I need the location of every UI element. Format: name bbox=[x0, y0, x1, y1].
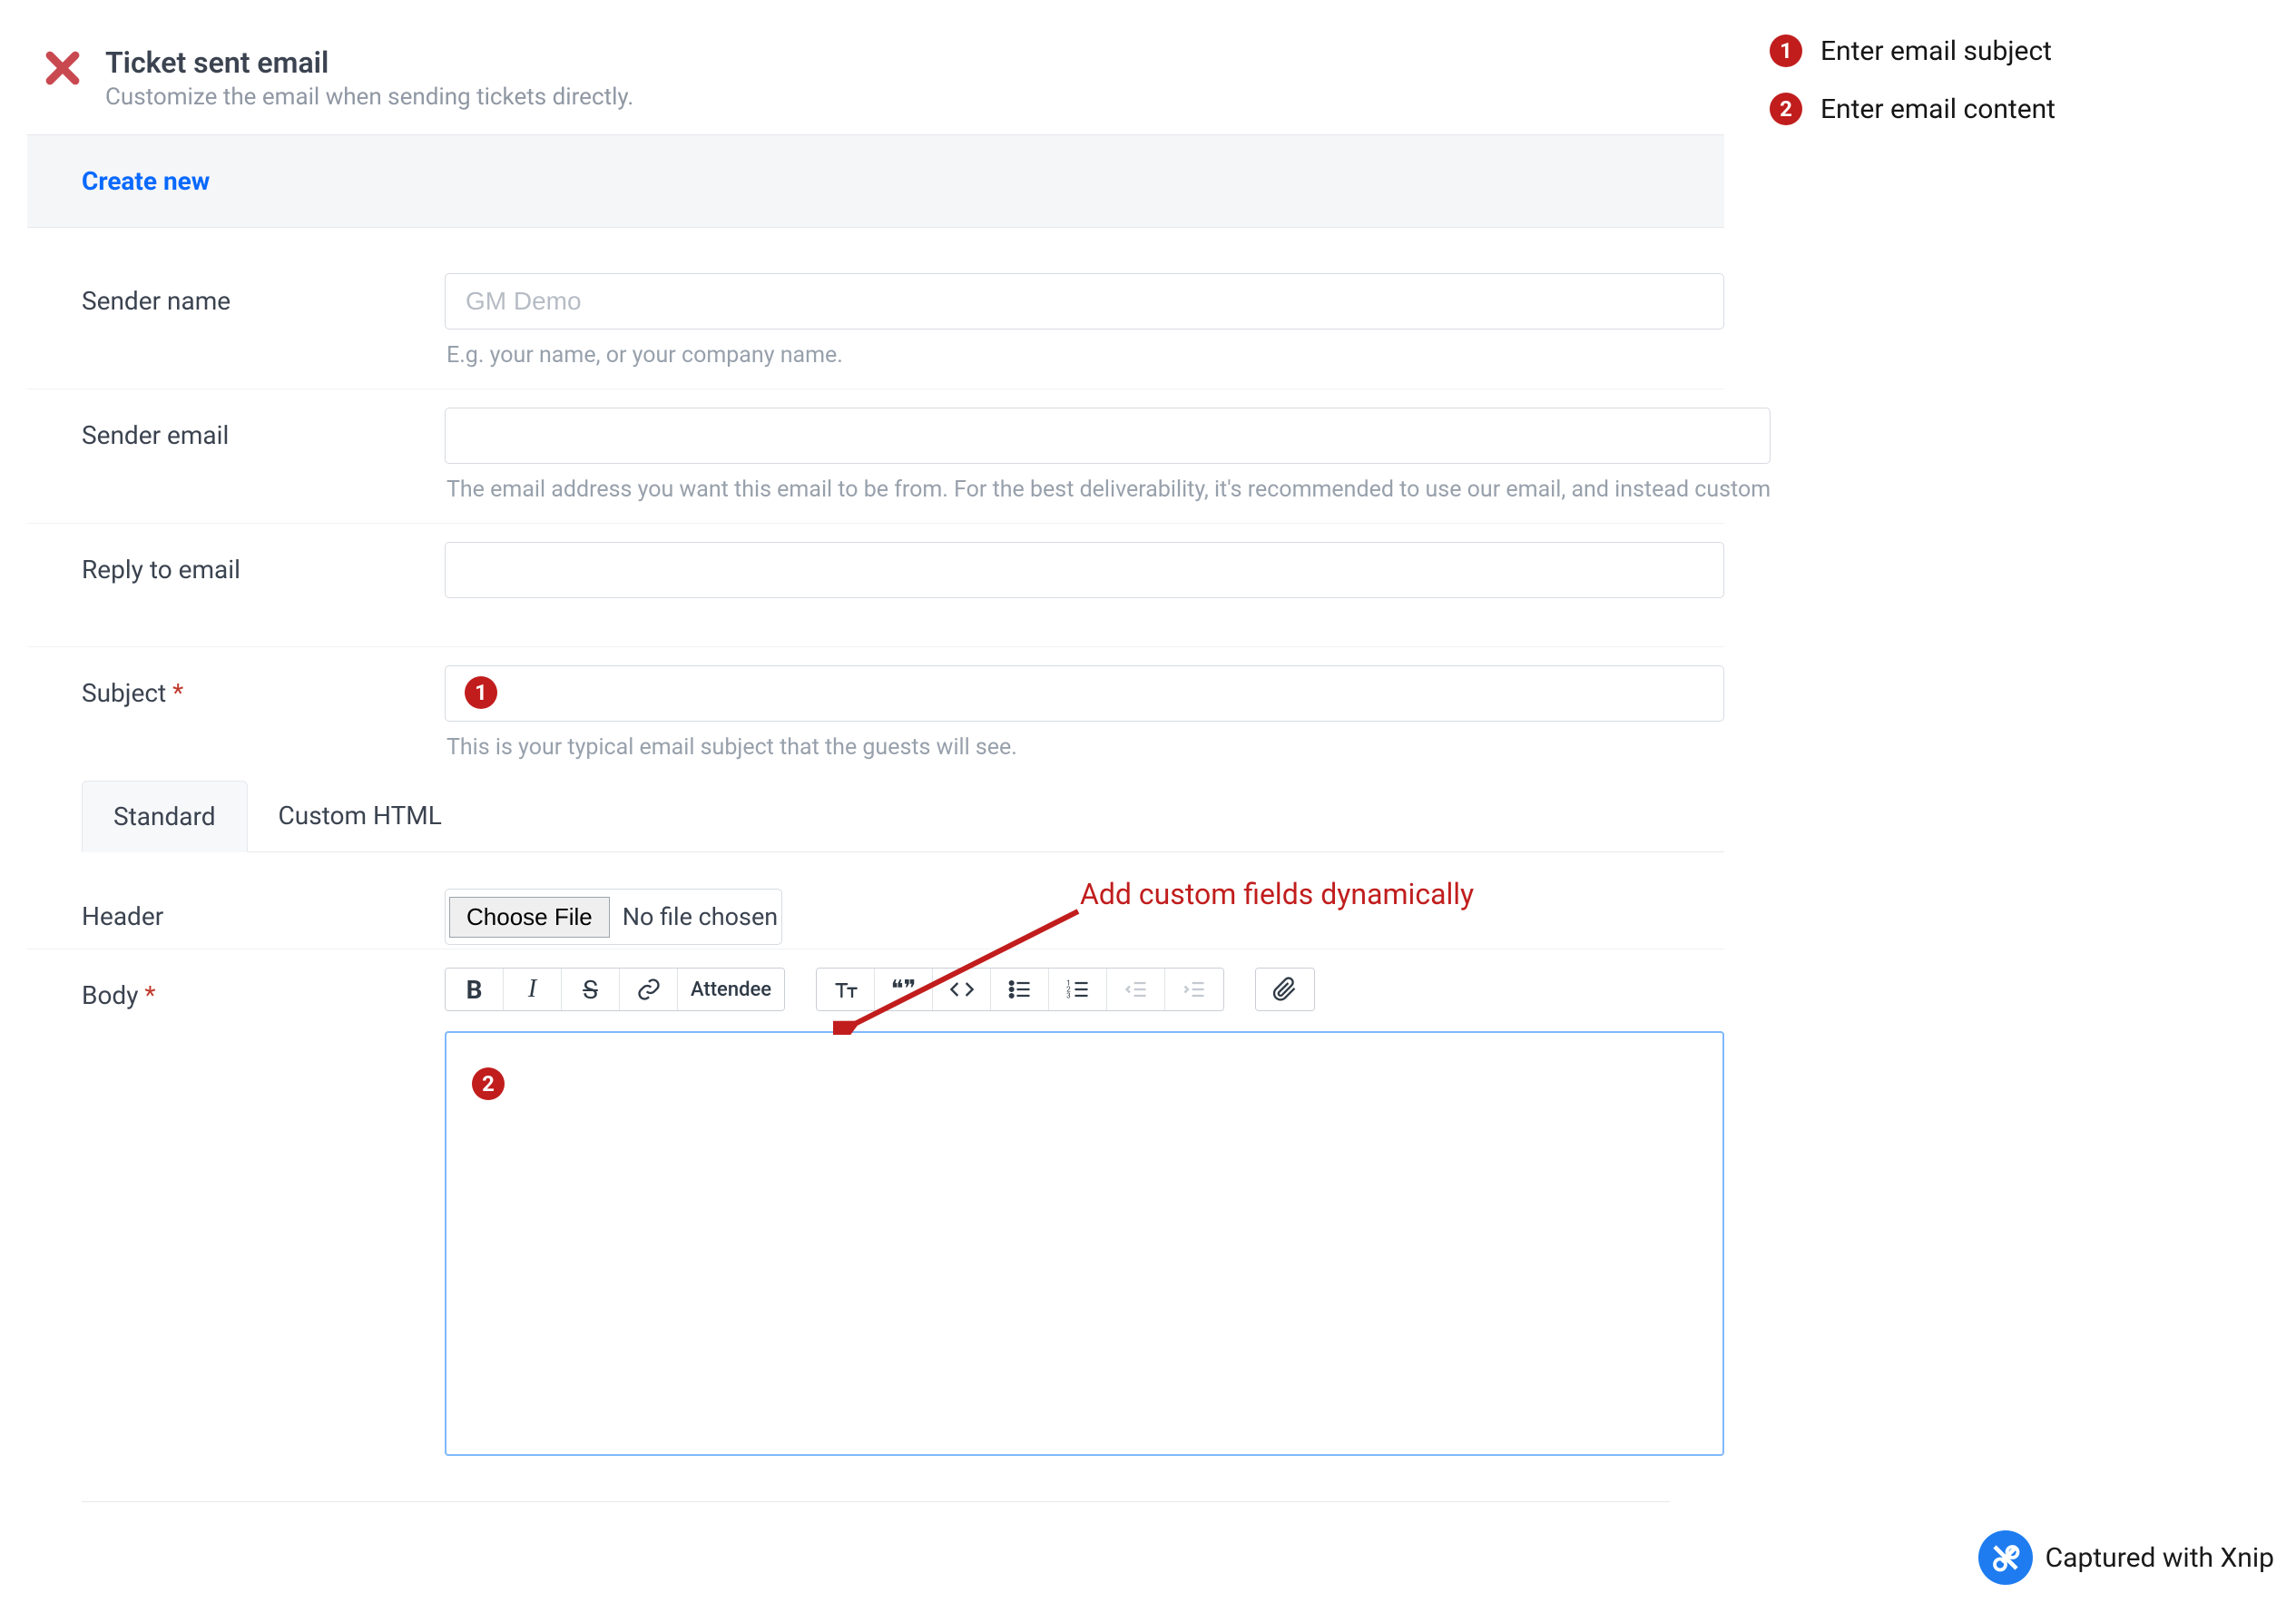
page-subtitle: Customize the email when sending tickets… bbox=[105, 84, 633, 111]
subject-required: * bbox=[172, 678, 183, 708]
toolbar-group-format: ❝❞ 123 bbox=[816, 968, 1224, 1011]
note-text-1: Enter email subject bbox=[1820, 35, 2052, 67]
reply-to-input[interactable] bbox=[445, 542, 1724, 598]
italic-button[interactable]: I bbox=[504, 969, 562, 1010]
help-sender-email: The email address you want this email to… bbox=[446, 477, 1771, 503]
toolbar-group-attach bbox=[1255, 968, 1315, 1011]
sender-name-input[interactable] bbox=[445, 273, 1724, 329]
strikethrough-button[interactable]: S bbox=[562, 969, 620, 1010]
label-subject: Subject bbox=[82, 678, 166, 708]
page-title: Ticket sent email bbox=[105, 45, 633, 80]
note-badge-2: 2 bbox=[1770, 93, 1802, 125]
quote-button[interactable]: ❝❞ bbox=[875, 969, 933, 1010]
label-body: Body bbox=[82, 980, 138, 1010]
sender-email-input[interactable] bbox=[445, 408, 1771, 464]
file-status: No file chosen bbox=[623, 902, 778, 931]
bullet-list-button[interactable] bbox=[991, 969, 1049, 1010]
toolbar-group-text: B I S Attendee bbox=[445, 968, 785, 1011]
number-list-button[interactable]: 123 bbox=[1049, 969, 1107, 1010]
body-required: * bbox=[144, 980, 155, 1010]
annotation-notes: 1 Enter email subject 2 Enter email cont… bbox=[1770, 34, 2056, 125]
label-header: Header bbox=[27, 889, 445, 931]
subject-input[interactable] bbox=[445, 665, 1724, 722]
body-editor[interactable]: 2 bbox=[445, 1031, 1724, 1456]
choose-file-button[interactable]: Choose File bbox=[449, 897, 610, 938]
xnip-watermark: Captured with Xnip bbox=[1978, 1530, 2274, 1585]
label-sender-email: Sender email bbox=[27, 408, 445, 450]
tab-custom-html[interactable]: Custom HTML bbox=[248, 781, 473, 851]
note-badge-1: 1 bbox=[1770, 34, 1802, 67]
annotation-callout: Add custom fields dynamically bbox=[1080, 877, 1474, 911]
text-size-button[interactable] bbox=[817, 969, 875, 1010]
indent-button[interactable] bbox=[1165, 969, 1223, 1010]
label-reply-to: Reply to email bbox=[27, 542, 445, 585]
attachment-button[interactable] bbox=[1256, 969, 1314, 1010]
watermark-text: Captured with Xnip bbox=[2046, 1542, 2274, 1574]
outdent-button[interactable] bbox=[1107, 969, 1165, 1010]
bold-button[interactable]: B bbox=[446, 969, 504, 1010]
annotation-badge-2: 2 bbox=[472, 1067, 505, 1100]
note-text-2: Enter email content bbox=[1820, 93, 2056, 125]
code-button[interactable] bbox=[933, 969, 991, 1010]
tab-standard[interactable]: Standard bbox=[82, 781, 248, 852]
xnip-icon bbox=[1978, 1530, 2033, 1585]
help-subject: This is your typical email subject that … bbox=[446, 734, 1724, 761]
link-button[interactable] bbox=[620, 969, 678, 1010]
header-file-picker[interactable]: Choose File No file chosen bbox=[445, 889, 782, 945]
close-icon[interactable] bbox=[44, 49, 82, 94]
attendee-button[interactable]: Attendee bbox=[678, 969, 784, 1010]
help-sender-name: E.g. your name, or your company name. bbox=[446, 342, 1724, 369]
tab-create-new[interactable]: Create new bbox=[82, 166, 210, 196]
label-sender-name: Sender name bbox=[27, 273, 445, 316]
svg-text:3: 3 bbox=[1066, 991, 1071, 1000]
